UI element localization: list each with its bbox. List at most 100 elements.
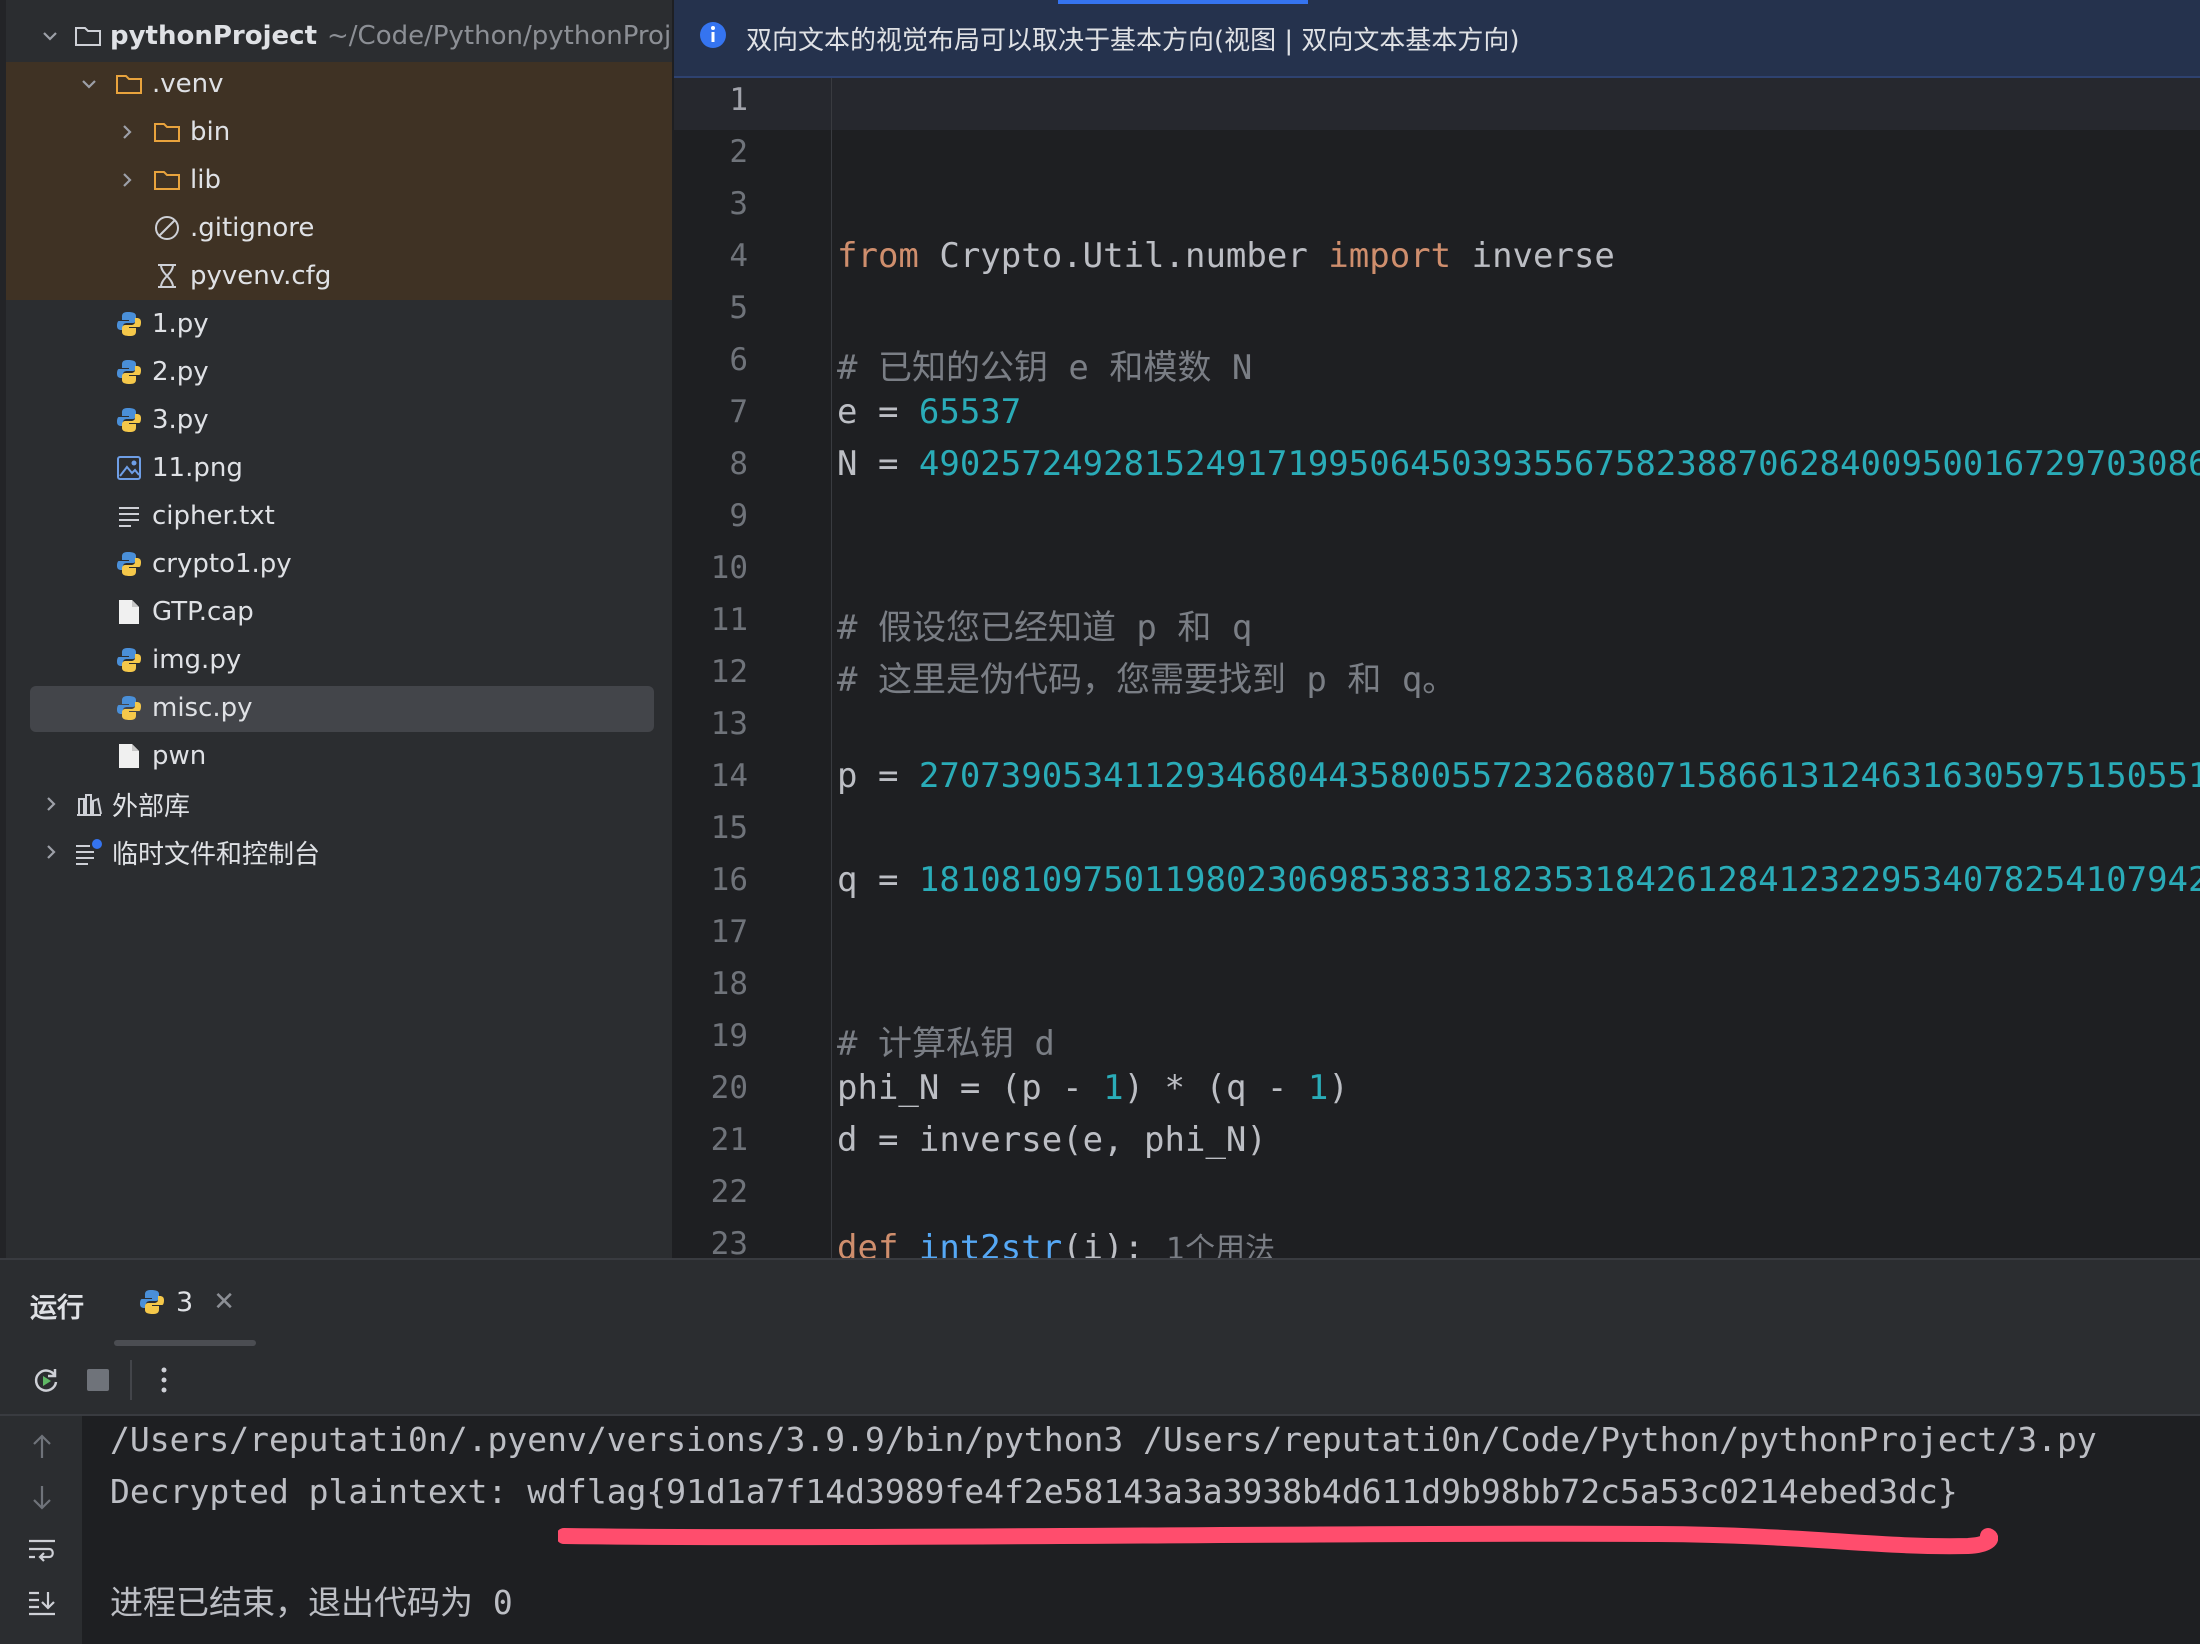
keyword-from: from <box>837 236 919 276</box>
console-exit-line: 进程已结束，退出代码为 0 <box>110 1583 513 1622</box>
tree-item-external-libraries[interactable]: 外部库 <box>6 780 672 828</box>
line-number: 15 <box>710 810 748 846</box>
tree-item-crypto1-py[interactable]: crypto1.py <box>6 540 672 588</box>
notification-text: 双向文本的视觉布局可以取决于基本方向(视图 | 双向文本基本方向) <box>746 25 1520 56</box>
console-side-toolbar <box>0 1416 82 1644</box>
tree-item-1-py[interactable]: 1.py <box>6 300 672 348</box>
close-icon[interactable]: ✕ <box>213 1287 235 1317</box>
tree-item-3-py[interactable]: 3.py <box>6 396 672 444</box>
code-line-8: N = 490257249281524917199506450393556758… <box>837 444 2200 484</box>
tree-item-label: 2.py <box>152 357 209 387</box>
tree-item-label: 3.py <box>152 405 209 435</box>
tree-item-bin[interactable]: bin <box>6 108 672 156</box>
number-literal: 1 <box>1103 1068 1124 1108</box>
code-line-7: e = 65537 <box>837 392 1021 432</box>
tree-item-label: lib <box>190 165 221 195</box>
file-icon <box>114 597 144 627</box>
chevron-down-icon[interactable] <box>78 73 100 95</box>
number-literal: 1 <box>1307 1068 1329 1108</box>
tree-item-label: 11.png <box>152 453 243 483</box>
line-number: 8 <box>729 446 748 482</box>
line-number: 2 <box>729 134 748 170</box>
line-number: 16 <box>710 862 748 898</box>
current-line-highlight <box>674 78 2200 130</box>
tree-item-2-py[interactable]: 2.py <box>6 348 672 396</box>
tree-item-gtp-cap[interactable]: GTP.cap <box>6 588 672 636</box>
console-command-line: /Users/reputati0n/.pyenv/versions/3.9.9/… <box>110 1420 2097 1459</box>
line-number: 3 <box>729 186 748 222</box>
tree-item-label: GTP.cap <box>152 597 254 627</box>
soft-wrap-icon[interactable] <box>26 1534 58 1566</box>
tree-item-misc-py[interactable]: misc.py <box>6 684 672 732</box>
line-number: 12 <box>710 654 748 690</box>
tree-root-pythonproject[interactable]: pythonProject ~/Code/Python/pythonProjec… <box>6 12 672 60</box>
line-number: 5 <box>729 290 748 326</box>
line-number: 20 <box>710 1070 748 1106</box>
tree-item-label: 外部库 <box>112 791 191 822</box>
tree-item-label: 1.py <box>152 309 209 339</box>
chevron-down-icon[interactable] <box>40 25 60 47</box>
tree-item-label: 临时文件和控制台 <box>112 839 321 870</box>
line-number: 1 <box>729 82 748 118</box>
line-number: 10 <box>710 550 748 586</box>
tree-item-pwn[interactable]: pwn <box>6 732 672 780</box>
tree-item-cipher-txt[interactable]: cipher.txt <box>6 492 672 540</box>
red-underline-annotation <box>558 1525 1998 1555</box>
run-tool-window: 运行 3 ✕ /Users/reputati0n/.pyenv/versions… <box>0 1258 2200 1644</box>
gutter-separator <box>831 78 832 1258</box>
folder-icon <box>152 117 182 147</box>
number-literal: 1810810975011980230698538331823531842612… <box>918 860 2200 900</box>
tree-item-scratches-consoles[interactable]: 临时文件和控制台 <box>6 828 672 876</box>
chevron-right-icon[interactable] <box>116 121 138 143</box>
folder-icon <box>74 21 102 51</box>
folder-icon <box>152 165 182 195</box>
rerun-icon[interactable] <box>28 1362 64 1398</box>
tree-item-pyvenv-cfg[interactable]: pyvenv.cfg <box>6 252 672 300</box>
scroll-to-end-icon[interactable] <box>26 1586 58 1618</box>
run-tab-label: 3 <box>176 1286 194 1318</box>
line-number: 13 <box>710 706 748 742</box>
function-name: int2str <box>898 1228 1063 1258</box>
line-number: 18 <box>710 966 748 1002</box>
usage-hint[interactable]: 1个用法 <box>1166 1232 1275 1258</box>
assign-lhs: N = <box>837 444 919 484</box>
code-line-4: from Crypto.Util.number import inverse <box>837 236 1615 276</box>
tree-item-label: .venv <box>152 69 224 99</box>
more-options-icon[interactable] <box>146 1362 182 1398</box>
info-icon <box>698 20 728 57</box>
imported-name: inverse <box>1451 236 1615 276</box>
arrow-up-icon[interactable] <box>26 1430 58 1462</box>
tree-item-lib[interactable]: lib <box>6 156 672 204</box>
scratches-icon <box>74 837 104 867</box>
console-output-line: Decrypted plaintext: wdflag{91d1a7f14d39… <box>110 1472 1958 1511</box>
stop-icon[interactable] <box>80 1362 116 1398</box>
line-number: 19 <box>710 1018 748 1054</box>
chevron-right-icon[interactable] <box>40 793 62 815</box>
chevron-right-icon[interactable] <box>40 841 62 863</box>
text-file-icon <box>114 501 144 531</box>
tree-item-label: img.py <box>152 645 242 675</box>
line-number: 22 <box>710 1174 748 1210</box>
number-literal: 2707390534112934680443580055723268807158… <box>918 756 2200 796</box>
arrow-down-icon[interactable] <box>26 1482 58 1514</box>
python-file-icon <box>114 549 144 579</box>
tree-item-gitignore[interactable]: .gitignore <box>6 204 672 252</box>
chevron-right-icon[interactable] <box>116 169 138 191</box>
run-tab-3[interactable]: 3 ✕ <box>138 1280 235 1324</box>
library-icon <box>74 789 104 819</box>
tree-item-11-png[interactable]: 11.png <box>6 444 672 492</box>
assign-lhs: e = <box>837 392 919 432</box>
tree-item-label: pyvenv.cfg <box>190 261 332 291</box>
number-literal: 65537 <box>918 392 1022 432</box>
python-file-icon <box>138 1288 166 1316</box>
code-line-20: phi_N = (p - 1) * (q - 1) <box>837 1068 1349 1108</box>
line-number: 17 <box>710 914 748 950</box>
tree-item-img-py[interactable]: img.py <box>6 636 672 684</box>
folder-icon <box>114 69 144 99</box>
line-number: 4 <box>729 238 748 274</box>
assign-lhs: q = <box>837 860 919 900</box>
tree-item-venv[interactable]: .venv <box>6 60 672 108</box>
code-editor[interactable]: 1 2 3 4 5 6 7 8 9 10 11 12 13 14 15 16 1… <box>674 78 2200 1258</box>
python-file-icon <box>114 693 144 723</box>
notification-banner: 双向文本的视觉布局可以取决于基本方向(视图 | 双向文本基本方向) <box>674 0 2200 78</box>
